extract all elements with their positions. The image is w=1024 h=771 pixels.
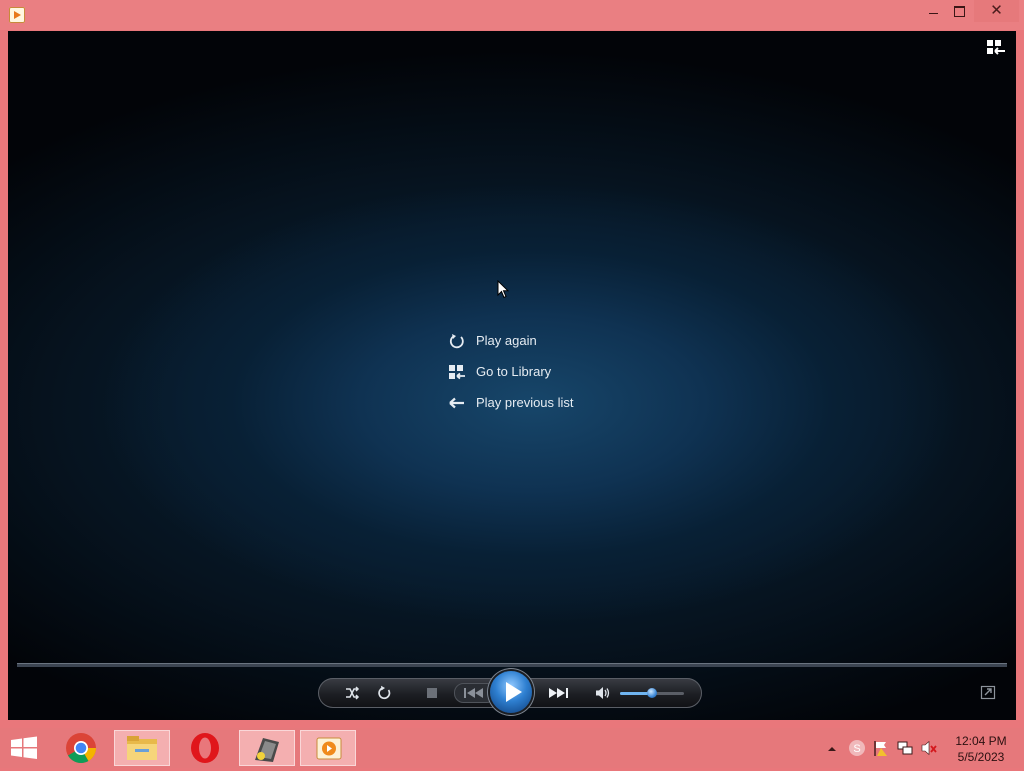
seek-bar[interactable] bbox=[17, 663, 1007, 667]
network-icon bbox=[897, 741, 913, 755]
title-bar: ✕ bbox=[0, 0, 1024, 30]
chrome-icon bbox=[66, 733, 96, 764]
switch-to-library-button[interactable] bbox=[986, 39, 1006, 57]
windows-logo-icon bbox=[11, 736, 37, 759]
play-again-option[interactable]: Play again bbox=[448, 330, 574, 361]
show-hidden-icons-button[interactable] bbox=[826, 742, 838, 760]
play-button[interactable] bbox=[490, 671, 532, 713]
clock-time: 12:04 PM bbox=[955, 734, 1007, 748]
back-arrow-icon bbox=[449, 397, 464, 409]
mute-button[interactable] bbox=[594, 685, 612, 701]
media-player-app-icon[interactable] bbox=[9, 7, 25, 23]
taskbar: S 12:04 PM 5/5/2023 bbox=[0, 728, 1024, 768]
shuffle-button[interactable] bbox=[344, 685, 360, 701]
shuffle-icon bbox=[346, 686, 360, 700]
play-again-label: Play again bbox=[476, 333, 537, 348]
stop-icon bbox=[427, 688, 437, 698]
taskbar-chrome[interactable] bbox=[53, 730, 109, 766]
playback-controls bbox=[318, 671, 702, 713]
minimize-icon bbox=[929, 13, 938, 14]
taskbar-opera[interactable] bbox=[177, 730, 233, 766]
tray-volume[interactable] bbox=[920, 739, 938, 762]
flag-warning-icon bbox=[874, 741, 887, 756]
fullscreen-icon bbox=[980, 685, 996, 700]
close-button[interactable]: ✕ bbox=[974, 0, 1019, 22]
repeat-icon bbox=[378, 685, 391, 700]
folder-icon bbox=[127, 736, 157, 760]
next-button[interactable] bbox=[538, 683, 580, 703]
now-playing-area: Play again Go to Library Play previous l… bbox=[8, 31, 1016, 720]
media-app-icon bbox=[255, 738, 279, 762]
play-previous-list-option[interactable]: Play previous list bbox=[448, 392, 574, 423]
replay-icon bbox=[449, 334, 464, 349]
speaker-muted-icon bbox=[921, 740, 937, 756]
tray-action-center[interactable] bbox=[872, 739, 890, 762]
windows-media-player-icon bbox=[316, 737, 342, 760]
volume-icon bbox=[596, 687, 610, 699]
mouse-cursor-icon bbox=[497, 280, 509, 299]
fullscreen-button[interactable] bbox=[980, 685, 996, 701]
go-to-library-label: Go to Library bbox=[476, 364, 552, 379]
tray-network[interactable] bbox=[896, 739, 914, 762]
volume-slider[interactable] bbox=[620, 688, 684, 698]
clock-date: 5/5/2023 bbox=[957, 750, 1005, 764]
end-of-playback-menu: Play again Go to Library Play previous l… bbox=[448, 330, 574, 423]
repeat-button[interactable] bbox=[376, 685, 392, 701]
svg-text:S: S bbox=[853, 743, 860, 755]
stop-button[interactable] bbox=[426, 687, 438, 699]
maximize-button[interactable] bbox=[944, 0, 974, 22]
skype-icon: S bbox=[849, 740, 865, 756]
maximize-icon bbox=[954, 6, 965, 17]
tray-skype[interactable]: S bbox=[848, 739, 866, 762]
next-icon bbox=[549, 688, 568, 698]
library-icon bbox=[449, 365, 465, 380]
play-previous-list-label: Play previous list bbox=[476, 395, 574, 410]
go-to-library-option[interactable]: Go to Library bbox=[448, 361, 574, 392]
taskbar-clock[interactable]: 12:04 PM 5/5/2023 bbox=[944, 733, 1018, 765]
start-button[interactable] bbox=[0, 730, 48, 766]
switch-to-library-icon bbox=[987, 40, 1005, 55]
volume-slider-thumb[interactable] bbox=[647, 688, 657, 698]
chevron-up-icon bbox=[828, 747, 836, 751]
taskbar-windows-media-player[interactable] bbox=[300, 730, 356, 766]
taskbar-file-explorer[interactable] bbox=[114, 730, 170, 766]
taskbar-media-app[interactable] bbox=[239, 730, 295, 766]
opera-icon bbox=[191, 733, 219, 763]
